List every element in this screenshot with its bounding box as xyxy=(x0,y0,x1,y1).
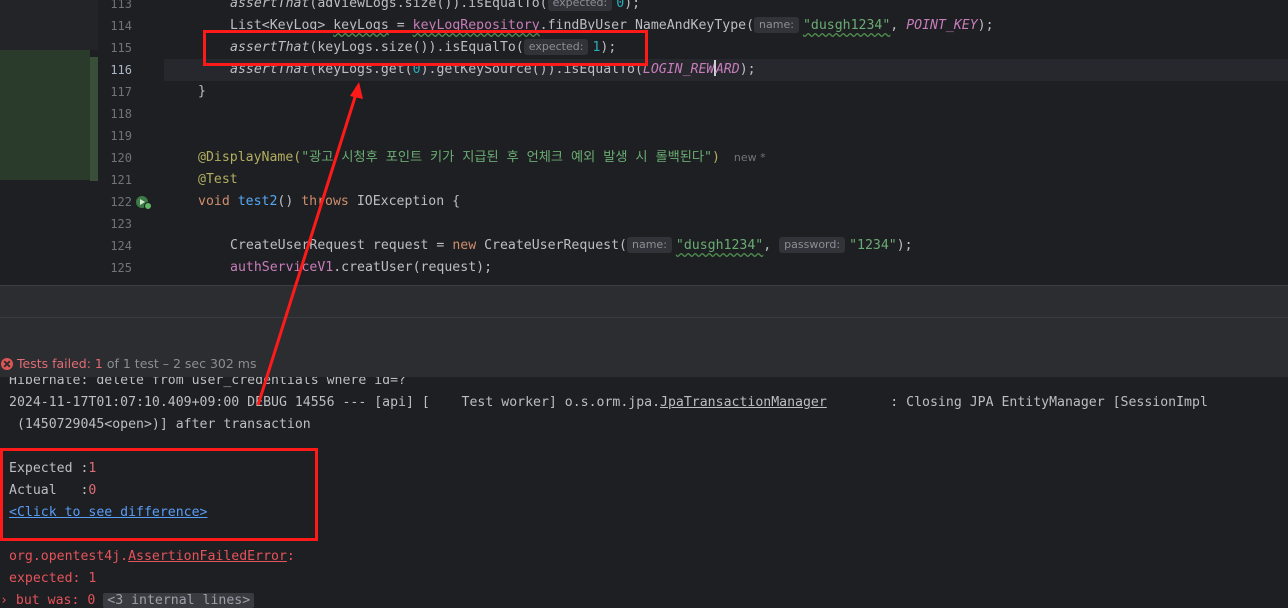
code-line: @DisplayName("광고 시청후 포인트 키가 지급된 후 언체크 예외… xyxy=(198,150,766,165)
param-hint: name: xyxy=(754,17,799,33)
console-output[interactable]: Hibernate: delete from user_credentials … xyxy=(0,377,1288,608)
see-difference-link[interactable]: <Click to see difference> xyxy=(9,505,208,520)
new-badge: new * xyxy=(733,151,766,164)
param-hint: name: xyxy=(627,237,672,253)
internal-lines-fold[interactable]: <3 internal lines> xyxy=(103,593,255,608)
line-number: 118 xyxy=(110,107,132,121)
code-line: CreateUserRequest request = new CreateUs… xyxy=(230,237,913,253)
param-hint: expected: xyxy=(547,0,613,11)
code-line: assertThat(keyLogs.size()).isEqualTo(exp… xyxy=(230,39,617,55)
error-line: › but was: 0 <3 internal lines> xyxy=(0,590,255,608)
line-number: 121 xyxy=(110,173,132,187)
panel-splitter[interactable] xyxy=(0,285,1288,318)
code-line: assertThat(adViewLogs.size()).isEqualTo(… xyxy=(164,0,1288,15)
param-hint: password: xyxy=(779,237,846,253)
line-number: 122 xyxy=(110,195,132,209)
code-line: void test2() throws IOException { xyxy=(198,194,461,209)
code-editor[interactable]: 113 114 115 116 117 118 119 120 121 122 … xyxy=(0,0,1288,285)
console-line: Hibernate: delete from user_credentials … xyxy=(9,377,406,388)
code-line: authServiceV1.creatUser(request); xyxy=(230,260,493,275)
code-line: @Test xyxy=(198,172,238,187)
project-panel-edge xyxy=(0,0,98,285)
expected-line: Expected :1 xyxy=(9,461,97,476)
line-number: 113 xyxy=(110,0,132,11)
line-number: 117 xyxy=(110,85,132,99)
line-number: 114 xyxy=(110,19,132,33)
line-number: 120 xyxy=(110,151,132,165)
test-status-text: Tests failed: 1 of 1 test – 2 sec 302 ms xyxy=(17,356,257,371)
console-line: (1450729045<open>)] after transaction xyxy=(9,417,311,432)
line-number: 123 xyxy=(110,217,132,231)
error-class-link[interactable]: AssertionFailedError xyxy=(128,549,287,564)
test-failed-icon xyxy=(1,358,13,370)
code-line: } xyxy=(198,84,206,99)
error-line: expected: 1 xyxy=(9,571,97,586)
line-number-gutter: 113 114 115 116 117 118 119 120 121 122 … xyxy=(98,0,164,285)
line-number: 124 xyxy=(110,239,132,253)
param-hint: expected: xyxy=(523,39,589,55)
console-line: 2024-11-17T01:07:10.409+09:00 DEBUG 1455… xyxy=(9,395,1208,410)
line-number: 115 xyxy=(110,41,132,55)
error-line: org.opentest4j.AssertionFailedError: xyxy=(9,549,295,564)
line-number: 119 xyxy=(110,129,132,143)
code-area[interactable]: assertThat(adViewLogs.size()).isEqualTo(… xyxy=(164,0,1288,285)
diff-line: <Click to see difference> xyxy=(9,502,208,524)
run-test-icon[interactable] xyxy=(136,196,152,210)
actual-line: Actual :0 xyxy=(9,483,97,498)
code-line-current: assertThat(keyLogs.get(0).getKeySource()… xyxy=(164,59,1288,81)
line-number: 116 xyxy=(110,63,132,77)
code-line: List<KeyLog> keyLogs = keyLogRepository.… xyxy=(230,17,994,33)
expand-chevron-icon[interactable]: › xyxy=(0,593,8,608)
line-number: 125 xyxy=(110,261,132,275)
